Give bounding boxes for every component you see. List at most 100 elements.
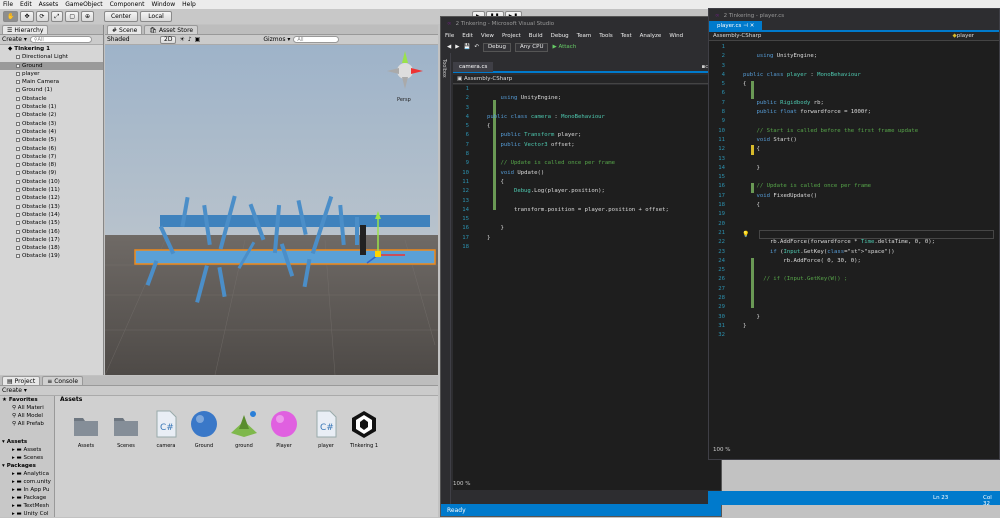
platform-dropdown[interactable]: Any CPU [515, 42, 549, 52]
save-icon[interactable]: 💾 [463, 44, 470, 50]
shading-mode-dropdown[interactable]: Shaded [107, 36, 157, 43]
hierarchy-item[interactable]: Obstacle (4) [0, 128, 103, 136]
hierarchy-item[interactable]: Obstacle (19) [0, 252, 103, 260]
back-icon[interactable]: ◀ [447, 44, 451, 50]
asset-item[interactable]: Assets [68, 409, 104, 449]
configuration-dropdown[interactable]: Debug [482, 42, 512, 52]
unity-menu-item[interactable]: Window [151, 1, 175, 8]
asset-item[interactable]: Scenes [108, 409, 144, 449]
unity-menu-item[interactable]: Component [110, 1, 145, 8]
tab-project[interactable]: ▤ Project [2, 376, 41, 385]
package-item[interactable]: ▸ ▬ TextMesh [0, 502, 54, 510]
vs-menu-item[interactable]: Analyze [640, 33, 662, 39]
unity-menu-item[interactable]: Edit [20, 1, 32, 8]
packages-tree-root[interactable]: ▾ Packages [0, 462, 54, 470]
vs1-code-editor[interactable]: 12 using UnityEngine; 3 4 public class came… [453, 85, 721, 490]
tab-camera-cs[interactable]: camera.cs [453, 62, 494, 72]
vs-menu-item[interactable]: Build [529, 33, 543, 39]
assets-tree-root[interactable]: ▾ Assets [0, 438, 54, 446]
effects-toggle-icon[interactable]: ▣ [195, 36, 201, 43]
hierarchy-item[interactable]: player [0, 70, 103, 78]
hierarchy-item[interactable]: Obstacle (5) [0, 136, 103, 144]
player-object[interactable] [360, 225, 366, 255]
vs-menu-item[interactable]: Tools [599, 33, 613, 39]
hierarchy-item[interactable]: Obstacle (10) [0, 178, 103, 186]
pin-icon[interactable]: ⊣ [743, 23, 748, 29]
asset-item[interactable]: ground [226, 409, 262, 449]
hierarchy-item[interactable]: Obstacle (15) [0, 219, 103, 227]
hierarchy-item[interactable]: Obstacle (14) [0, 211, 103, 219]
scale-tool-button[interactable]: ⤢ [50, 11, 64, 22]
hierarchy-item[interactable]: Obstacle (9) [0, 169, 103, 177]
tab-player-cs[interactable]: player.cs ⊣ ✕ [709, 21, 763, 31]
rotate-tool-button[interactable]: ⟳ [35, 11, 49, 22]
hierarchy-item[interactable]: Ground [0, 61, 103, 70]
hierarchy-item[interactable]: Obstacle (16) [0, 228, 103, 236]
attach-button[interactable]: ▶ Attach [552, 44, 576, 50]
hierarchy-item[interactable]: Obstacle (17) [0, 236, 103, 244]
unity-menu-item[interactable]: Assets [39, 1, 59, 8]
hierarchy-search-input[interactable]: ⚲ All [29, 36, 92, 43]
move-tool-button[interactable]: ✥ [20, 11, 34, 22]
vs-menu-item[interactable]: Test [621, 33, 632, 39]
unity-menu-item[interactable]: Help [182, 1, 196, 8]
package-item[interactable]: ▸ ▬ In App Pu [0, 486, 54, 494]
vs-menu-item[interactable]: Wind [669, 33, 683, 39]
scene-search-input[interactable]: All [293, 36, 340, 43]
hierarchy-item[interactable]: Obstacle (13) [0, 203, 103, 211]
favorite-item[interactable]: ⚲ All Materi [0, 404, 54, 412]
asset-item[interactable]: Ground [186, 409, 222, 449]
vs2-project-dropdown[interactable]: Assembly-CSharp [713, 33, 761, 39]
hierarchy-create-button[interactable]: Create ▾ [2, 36, 27, 43]
pivot-center-button[interactable]: Center [104, 11, 139, 22]
unity-menu-item[interactable]: File [3, 1, 13, 8]
audio-toggle-icon[interactable]: ♪ [188, 36, 192, 43]
favorites-header[interactable]: ★ Favorites [0, 396, 54, 404]
vs-menu-item[interactable]: Team [577, 33, 592, 39]
tab-asset-store[interactable]: 🛍 Asset Store [144, 25, 199, 34]
rect-tool-button[interactable]: ▢ [65, 11, 80, 22]
favorite-item[interactable]: ⚲ All Model [0, 412, 54, 420]
vs-menu-item[interactable]: Debug [551, 33, 569, 39]
close-icon[interactable]: ✕ [750, 23, 755, 29]
tab-hierarchy[interactable]: ☰ Hierarchy [2, 25, 49, 34]
gizmos-dropdown[interactable]: Gizmos ▾ [263, 36, 290, 43]
vs2-class-dropdown[interactable]: ◆player [952, 33, 974, 39]
mode-2d-toggle[interactable]: 2D [160, 35, 177, 44]
scene-viewport[interactable]: Persp [105, 45, 438, 375]
vs-menu-item[interactable]: View [481, 33, 494, 39]
lighting-toggle-icon[interactable]: ☀ [179, 36, 184, 43]
vs2-code-editor[interactable]: 💡 12 using UnityEngine; 3 4 public class pl… [709, 43, 999, 443]
hierarchy-item[interactable]: Main Camera [0, 78, 103, 86]
favorite-item[interactable]: ⚲ All Prefab [0, 420, 54, 428]
assets-breadcrumb[interactable]: Assets [60, 396, 82, 403]
hierarchy-item[interactable]: Obstacle [0, 95, 103, 103]
transform-tool-button[interactable]: ⊕ [81, 11, 95, 22]
vs1-zoom[interactable]: 100 % [453, 481, 470, 487]
tab-scene[interactable]: # Scene [107, 25, 143, 34]
hierarchy-item[interactable]: Obstacle (7) [0, 153, 103, 161]
hierarchy-item[interactable]: Obstacle (18) [0, 244, 103, 252]
forward-icon[interactable]: ▶ [455, 44, 459, 50]
toolbox-strip[interactable]: Toolbox [441, 53, 451, 506]
vs1-project-dropdown[interactable]: Assembly-CSharp [464, 76, 512, 82]
hierarchy-item[interactable]: Obstacle (6) [0, 145, 103, 153]
package-item[interactable]: ▸ ▬ com.unity [0, 478, 54, 486]
hierarchy-item[interactable]: Obstacle (12) [0, 194, 103, 202]
undo-icon[interactable]: ↶ [474, 44, 479, 50]
asset-item[interactable]: Player [266, 409, 302, 449]
vs-menu-item[interactable]: Edit [462, 33, 473, 39]
vs-menu-item[interactable]: File [445, 33, 454, 39]
hierarchy-scene-root[interactable]: ◆ TInkering 1 [0, 45, 103, 53]
hand-tool-button[interactable]: ✋ [3, 11, 19, 22]
asset-item[interactable]: C# player [308, 409, 344, 449]
asset-tree-item[interactable]: ▸ ▬ Scenes [0, 454, 54, 462]
hierarchy-item[interactable]: Ground (1) [0, 86, 103, 94]
asset-tree-item[interactable]: ▸ ▬ Assets [0, 446, 54, 454]
project-create-button[interactable]: Create ▾ [2, 387, 27, 394]
hierarchy-item[interactable]: Obstacle (1) [0, 103, 103, 111]
vs-menu-item[interactable]: Project [502, 33, 521, 39]
hierarchy-item[interactable]: Directional Light [0, 53, 103, 61]
unity-menu-item[interactable]: GameObject [65, 1, 102, 8]
asset-item[interactable]: TInkering 1 [346, 409, 382, 449]
